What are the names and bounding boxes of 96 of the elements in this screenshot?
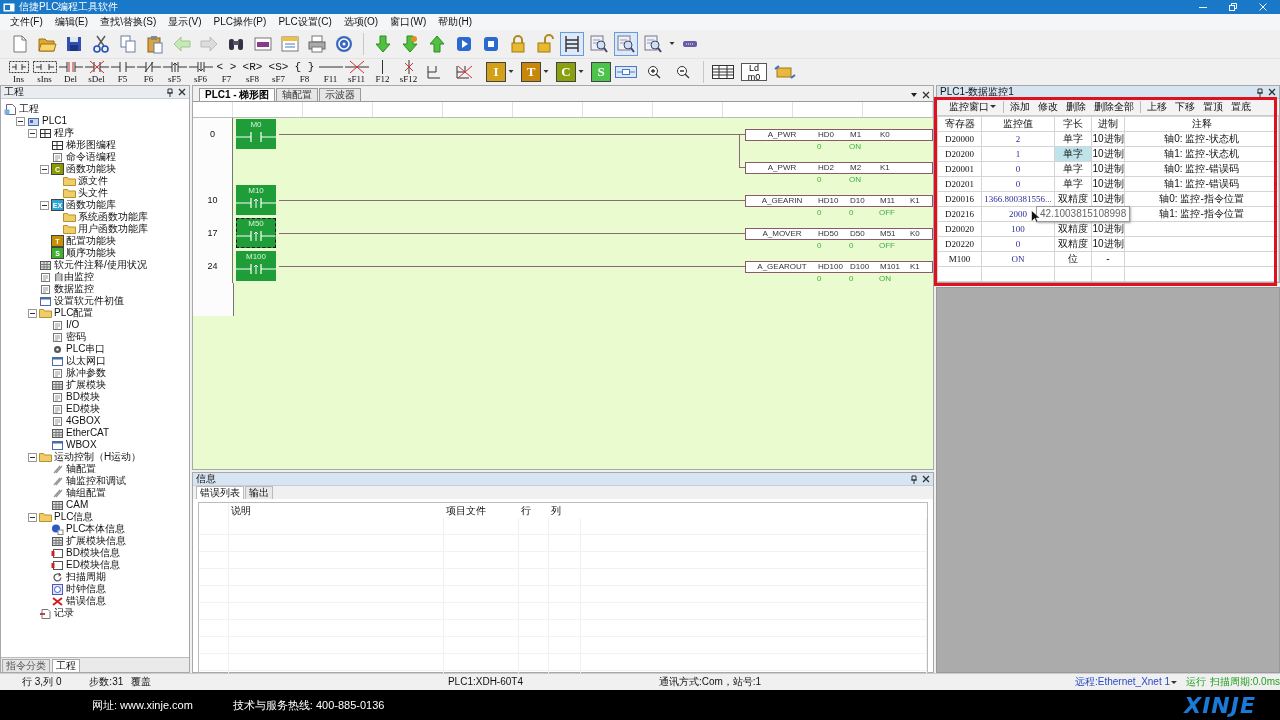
operand: HD10 bbox=[818, 196, 840, 206]
operand: K0 bbox=[910, 229, 921, 239]
table-cell: - bbox=[1091, 251, 1125, 267]
table-cell: 10进制 bbox=[1091, 131, 1125, 147]
hotline-text: 技术与服务热线: 400-885-0136 bbox=[232, 698, 385, 712]
column-header: 监控值 bbox=[981, 116, 1055, 132]
instruction-name: A_GEAROUT bbox=[756, 262, 808, 272]
monitor-value: 0 bbox=[817, 175, 823, 185]
logo: XINJE bbox=[1184, 692, 1256, 718]
operand: K1 bbox=[880, 163, 891, 173]
website-text: 网址: www.xinje.com bbox=[92, 698, 193, 712]
table-cell: 2 bbox=[981, 131, 1055, 147]
column-header: 行 bbox=[520, 504, 532, 518]
table-cell: 10进制 bbox=[1091, 176, 1125, 192]
monitor-value: 0 bbox=[817, 208, 823, 218]
instruction-name: A_PWR bbox=[766, 163, 798, 173]
operand: M11 bbox=[880, 196, 896, 206]
instruction-name: A_GEARIN bbox=[760, 196, 804, 206]
status-text: 扫描周期:0.0ms bbox=[1210, 675, 1280, 689]
operand: HD2 bbox=[818, 163, 835, 173]
table-cell: D20001 bbox=[937, 161, 982, 177]
status-text: PLC1:XDH-60T4 bbox=[447, 675, 524, 689]
tooltip: 42.1003815108998 bbox=[1036, 206, 1131, 222]
table-cell: 轴1: 监控-状态机 bbox=[1124, 146, 1279, 162]
status-text: 通讯方式:Com，站号:1 bbox=[658, 675, 763, 689]
monitor-value: 0 bbox=[849, 241, 855, 251]
table-cell: D20020 bbox=[937, 221, 982, 237]
monitor-value: ON bbox=[879, 274, 892, 284]
operand: K1 bbox=[910, 262, 921, 272]
panel-title: 信息 bbox=[196, 473, 216, 485]
table-cell: 1 bbox=[981, 146, 1055, 162]
operand: D10 bbox=[850, 196, 866, 206]
operand: M101 bbox=[880, 262, 901, 272]
monitor-value: 0 bbox=[817, 241, 823, 251]
monitor-value: OFF bbox=[879, 241, 896, 251]
table-cell: 轴0: 监控-错误码 bbox=[1124, 161, 1279, 177]
column-header: 寄存器 bbox=[937, 116, 982, 132]
table-cell: 10进制 bbox=[1091, 146, 1125, 162]
operand: M2 bbox=[850, 163, 863, 173]
operand: K0 bbox=[880, 130, 891, 140]
column-header: 字长 bbox=[1054, 116, 1092, 132]
table-cell: 0 bbox=[981, 176, 1055, 192]
table-cell: 10进制 bbox=[1091, 236, 1125, 252]
panel-title: 工程 bbox=[4, 86, 24, 98]
step-number: 17 bbox=[207, 227, 218, 239]
monitor-value: 0 bbox=[849, 208, 855, 218]
instruction-name: A_PWR bbox=[766, 130, 798, 140]
table-cell: 0 bbox=[981, 236, 1055, 252]
table-cell: 轴0: 监控-状态机 bbox=[1124, 131, 1279, 147]
status-text: 步数:31 bbox=[89, 675, 125, 689]
monitor-value: ON bbox=[849, 175, 862, 185]
operand: M51 bbox=[880, 229, 897, 239]
operand: HD0 bbox=[818, 130, 835, 140]
monitor-value: 0 bbox=[817, 142, 823, 152]
device-label: M0 bbox=[250, 120, 262, 130]
table-cell: 0 bbox=[981, 161, 1055, 177]
device-label: M100 bbox=[246, 252, 266, 262]
operand: K1 bbox=[910, 196, 921, 206]
step-number: 24 bbox=[207, 260, 218, 272]
table-cell: ON bbox=[981, 251, 1055, 267]
step-number: 10 bbox=[207, 194, 218, 206]
table-cell: D20016 bbox=[937, 191, 982, 207]
table-cell: 轴1: 监控-错误码 bbox=[1124, 176, 1279, 192]
status-text: 运行 bbox=[1186, 675, 1206, 689]
step-number: 0 bbox=[210, 128, 215, 140]
monitor-value: ON bbox=[849, 142, 862, 152]
table-cell: D20000 bbox=[937, 131, 982, 147]
table-cell: D20201 bbox=[937, 176, 982, 192]
device-label: M50 bbox=[248, 219, 264, 229]
table-cell: D20220 bbox=[937, 236, 982, 252]
table-cell: 10进制 bbox=[1091, 161, 1125, 177]
column-header: 注释 bbox=[1124, 116, 1279, 132]
table-cell: D20200 bbox=[937, 146, 982, 162]
status-text: 远程:Ethernet_Xnet 1 bbox=[1075, 675, 1171, 689]
table-cell: M100 bbox=[937, 251, 982, 267]
column-header: 进制 bbox=[1091, 116, 1125, 132]
operand: D100 bbox=[850, 262, 871, 272]
monitor-value: 0 bbox=[817, 274, 823, 284]
table-cell: 10进制 bbox=[1091, 221, 1125, 237]
column-header: 列 bbox=[550, 504, 562, 518]
monitor-value: OFF bbox=[879, 208, 896, 218]
table-cell: 100 bbox=[981, 221, 1055, 237]
monitor-value: 0 bbox=[849, 274, 855, 284]
status-text: 行 3,列 0 bbox=[22, 675, 63, 689]
column-header: 项目文件 bbox=[445, 504, 487, 518]
operand: D50 bbox=[850, 229, 866, 239]
instruction-name: A_MOVER bbox=[761, 229, 803, 239]
status-text: 覆盖 bbox=[130, 675, 152, 689]
device-label: M10 bbox=[248, 186, 264, 196]
panel-title: PLC1-数据监控1 bbox=[940, 86, 1014, 98]
operand: HD100 bbox=[818, 262, 844, 272]
operand: HD50 bbox=[818, 229, 840, 239]
window-title: 信捷PLC编程工具软件 bbox=[19, 1, 119, 13]
table-cell: D20216 bbox=[937, 206, 982, 222]
column-header: 说明 bbox=[230, 504, 252, 518]
operand: M1 bbox=[850, 130, 863, 140]
